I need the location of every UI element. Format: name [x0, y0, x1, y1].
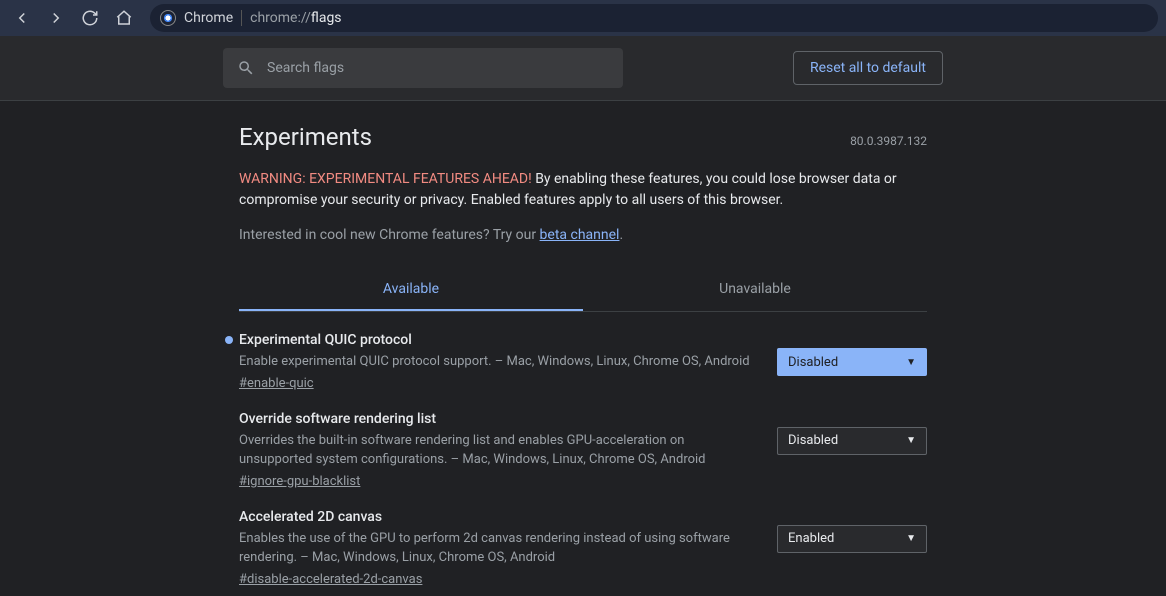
reload-button[interactable]: [76, 4, 104, 32]
flag-description: Overrides the built-in software renderin…: [239, 431, 757, 470]
reset-all-button[interactable]: Reset all to default: [793, 51, 943, 85]
back-button[interactable]: [8, 4, 36, 32]
flag-select-value: Disabled: [788, 355, 838, 370]
tab-unavailable[interactable]: Unavailable: [583, 269, 927, 311]
flag-description: Enables the use of the GPU to perform 2d…: [239, 529, 757, 568]
search-icon: [237, 59, 255, 77]
browser-label: Chrome: [184, 10, 233, 26]
beta-channel-link[interactable]: beta channel: [540, 227, 620, 243]
chevron-down-icon: ▼: [906, 435, 916, 446]
beta-text: Interested in cool new Chrome features? …: [239, 227, 927, 243]
flag-hash-link[interactable]: #enable-quic: [239, 376, 314, 391]
flag-title: Accelerated 2D canvas: [239, 509, 757, 525]
version-text: 80.0.3987.132: [850, 134, 927, 148]
flag-hash-link[interactable]: #ignore-gpu-blacklist: [239, 474, 360, 489]
flag-row: Override software rendering list Override…: [239, 391, 927, 489]
tab-available[interactable]: Available: [239, 269, 583, 311]
flag-title: Experimental QUIC protocol: [239, 332, 757, 348]
flags-topbar: Reset all to default: [0, 36, 1166, 101]
flag-row: Experimental QUIC protocol Enable experim…: [239, 312, 927, 391]
chevron-down-icon: ▼: [906, 357, 916, 368]
url-divider: [241, 10, 242, 26]
flag-select-value: Enabled: [788, 531, 834, 546]
flag-select[interactable]: Enabled ▼: [777, 525, 927, 553]
url-bar[interactable]: Chrome chrome://flags: [150, 4, 1158, 32]
flag-row: Accelerated 2D canvas Enables the use of …: [239, 489, 927, 587]
modified-indicator: [225, 336, 233, 344]
flag-hash-link[interactable]: #disable-accelerated-2d-canvas: [239, 572, 422, 587]
tabs: Available Unavailable: [239, 269, 927, 312]
warning-text: WARNING: EXPERIMENTAL FEATURES AHEAD! By…: [239, 169, 927, 211]
flag-select[interactable]: Disabled ▼: [777, 348, 927, 376]
chrome-icon: [160, 10, 176, 26]
search-box[interactable]: [223, 48, 623, 88]
flag-description: Enable experimental QUIC protocol suppor…: [239, 352, 757, 372]
page-title: Experiments: [239, 123, 372, 151]
search-input[interactable]: [267, 60, 609, 76]
content: Experiments 80.0.3987.132 WARNING: EXPER…: [223, 123, 943, 587]
url-text: chrome://flags: [250, 10, 341, 26]
forward-button[interactable]: [42, 4, 70, 32]
home-button[interactable]: [110, 4, 138, 32]
flag-title: Override software rendering list: [239, 411, 757, 427]
flag-select[interactable]: Disabled ▼: [777, 427, 927, 455]
chevron-down-icon: ▼: [906, 533, 916, 544]
flags-list: Experimental QUIC protocol Enable experim…: [239, 312, 927, 587]
browser-toolbar: Chrome chrome://flags: [0, 0, 1166, 36]
flag-select-value: Disabled: [788, 433, 838, 448]
